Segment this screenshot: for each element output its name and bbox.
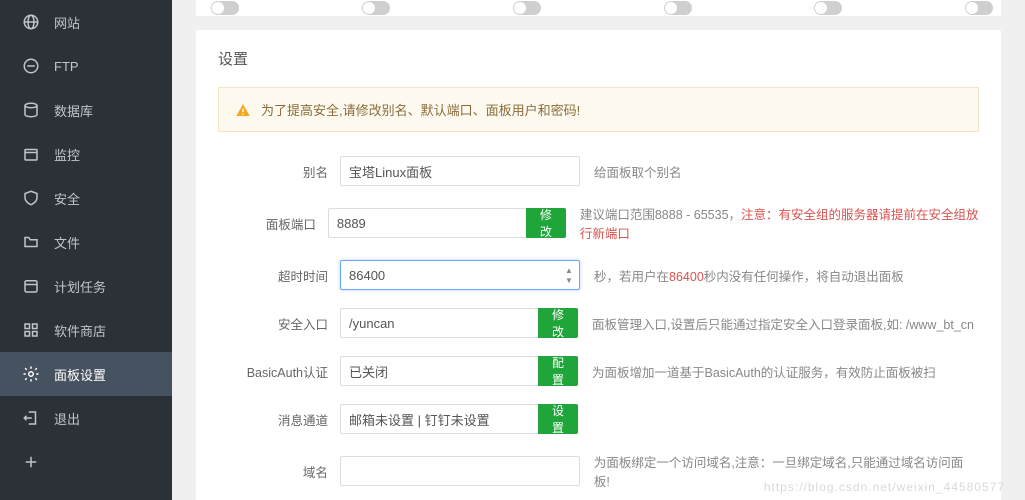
label-domain: 域名: [218, 462, 328, 481]
domain-input[interactable]: [340, 456, 580, 486]
spinner-up-icon: ▲: [562, 265, 576, 275]
sidebar-item-ftp[interactable]: FTP: [0, 44, 172, 88]
sidebar-item-cron[interactable]: 计划任务: [0, 264, 172, 308]
alert-text: 为了提高安全,请修改别名、默认端口、面板用户和密码!: [261, 100, 580, 119]
exit-icon: [22, 409, 40, 427]
label-channel: 消息通道: [218, 410, 328, 429]
toggle-6[interactable]: [965, 1, 993, 15]
hint-port: 建议端口范围8888 - 65535，注意：有安全组的服务器请提前在安全组放行新…: [580, 204, 979, 242]
port-modify-button[interactable]: 修改: [526, 208, 566, 238]
toggle-1[interactable]: [211, 1, 239, 15]
sidebar-item-label: 计划任务: [54, 277, 106, 296]
label-port: 面板端口: [218, 214, 316, 233]
sidebar-item-label: 面板设置: [54, 365, 106, 384]
row-entrance: 安全入口 修改 面板管理入口,设置后只能通过指定安全入口登录面板,如: /www…: [218, 308, 979, 338]
sidebar-item-files[interactable]: 文件: [0, 220, 172, 264]
sidebar-item-monitor[interactable]: 监控: [0, 132, 172, 176]
calendar-icon: [22, 277, 40, 295]
sidebar-item-label: FTP: [54, 59, 79, 74]
database-icon: [22, 101, 40, 119]
sidebar-item-security[interactable]: 安全: [0, 176, 172, 220]
label-timeout: 超时时间: [218, 266, 328, 285]
top-toggle-bar: [196, 0, 1001, 16]
plus-icon: [22, 453, 40, 471]
row-port: 面板端口 修改 建议端口范围8888 - 65535，注意：有安全组的服务器请提…: [218, 204, 979, 242]
toggle-5[interactable]: [814, 1, 842, 15]
monitor-icon: [22, 145, 40, 163]
hint-basicauth: 为面板增加一道基于BasicAuth的认证服务，有效防止面板被扫: [592, 362, 936, 381]
shield-icon: [22, 189, 40, 207]
toggle-3[interactable]: [513, 1, 541, 15]
channel-set-button[interactable]: 设置: [538, 404, 578, 434]
label-entrance: 安全入口: [218, 314, 328, 333]
sidebar-item-label: 软件商店: [54, 321, 106, 340]
sidebar-item-label: 数据库: [54, 101, 93, 120]
toggle-2[interactable]: [362, 1, 390, 15]
hint-alias: 给面板取个别名: [594, 162, 682, 181]
entrance-modify-button[interactable]: 修改: [538, 308, 578, 338]
panel-title: 设置: [218, 48, 979, 69]
globe-icon: [22, 13, 40, 31]
hint-entrance: 面板管理入口,设置后只能通过指定安全入口登录面板,如: /www_bt_cn: [592, 314, 974, 333]
entrance-input[interactable]: [340, 308, 540, 338]
sidebar-item-website[interactable]: 网站: [0, 0, 172, 44]
sidebar-item-logout[interactable]: 退出: [0, 396, 172, 440]
basicauth-input[interactable]: [340, 356, 540, 386]
sidebar-item-store[interactable]: 软件商店: [0, 308, 172, 352]
sidebar-item-label: 监控: [54, 145, 80, 164]
settings-panel: 设置 为了提高安全,请修改别名、默认端口、面板用户和密码! 别名 给面板取个别名…: [196, 30, 1001, 500]
spinner-down-icon: ▼: [562, 275, 576, 285]
hint-timeout: 秒，若用户在86400秒内没有任何操作，将自动退出面板: [594, 266, 904, 285]
folder-icon: [22, 233, 40, 251]
basicauth-config-button[interactable]: 配置: [538, 356, 578, 386]
sidebar-item-add[interactable]: [0, 440, 172, 484]
label-basicauth: BasicAuth认证: [218, 362, 328, 381]
row-timeout: 超时时间 ▲▼ 秒，若用户在86400秒内没有任何操作，将自动退出面板: [218, 260, 979, 290]
timeout-input[interactable]: [340, 260, 580, 290]
main-area: 设置 为了提高安全,请修改别名、默认端口、面板用户和密码! 别名 给面板取个别名…: [172, 0, 1025, 500]
ftp-icon: [22, 57, 40, 75]
row-alias: 别名 给面板取个别名: [218, 156, 979, 186]
gear-icon: [22, 365, 40, 383]
spinner[interactable]: ▲▼: [562, 262, 576, 288]
warning-icon: [235, 102, 251, 118]
row-basicauth: BasicAuth认证 配置 为面板增加一道基于BasicAuth的认证服务，有…: [218, 356, 979, 386]
sidebar-item-settings[interactable]: 面板设置: [0, 352, 172, 396]
sidebar-item-label: 文件: [54, 233, 80, 252]
security-alert: 为了提高安全,请修改别名、默认端口、面板用户和密码!: [218, 87, 979, 132]
watermark: https://blog.csdn.net/weixin_44580577: [764, 480, 1005, 494]
sidebar-item-label: 退出: [54, 409, 80, 428]
toggle-4[interactable]: [664, 1, 692, 15]
sidebar: 网站 FTP 数据库 监控 安全 文件 计划任务 软件商店 面板设置 退出: [0, 0, 172, 500]
row-channel: 消息通道 设置: [218, 404, 979, 434]
sidebar-item-database[interactable]: 数据库: [0, 88, 172, 132]
sidebar-item-label: 网站: [54, 13, 80, 32]
alias-input[interactable]: [340, 156, 580, 186]
sidebar-item-label: 安全: [54, 189, 80, 208]
port-input[interactable]: [328, 208, 528, 238]
grid-icon: [22, 321, 40, 339]
channel-input[interactable]: [340, 404, 540, 434]
label-alias: 别名: [218, 162, 328, 181]
